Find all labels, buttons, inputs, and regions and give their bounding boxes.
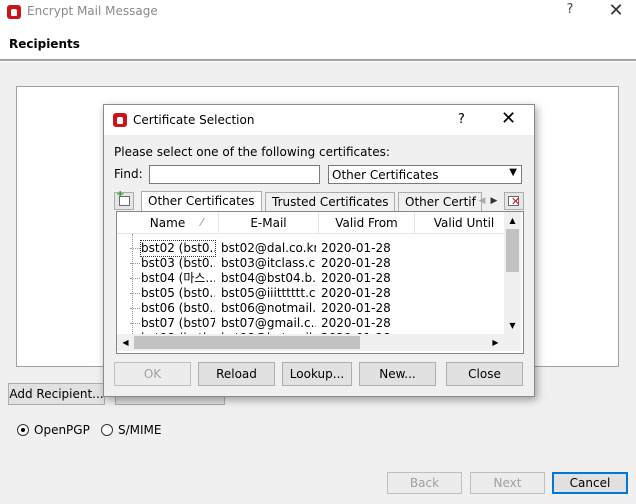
column-header-valid-from[interactable]: Valid From xyxy=(319,212,415,234)
dialog-prompt: Please select one of the following certi… xyxy=(114,145,390,159)
certificate-name: bst02 (bst0... xyxy=(140,240,216,257)
certificate-row[interactable]: bst04 (마스... bst04@bst04.b... 2020-01-28 xyxy=(117,271,504,286)
help-button[interactable]: ? xyxy=(560,2,580,17)
delete-x-icon: ✕ xyxy=(511,195,521,208)
tab-other-certificates-2[interactable]: Other Certif xyxy=(398,192,482,211)
lookup-button[interactable]: Lookup... xyxy=(282,362,352,386)
scroll-right-icon[interactable]: ▶ xyxy=(487,334,504,351)
certificate-valid-from: 2020-01-28 xyxy=(321,286,391,300)
certificate-name: bst03 (bst0... xyxy=(141,256,215,270)
tab-scroll-left-icon[interactable]: ◀ xyxy=(476,193,488,209)
new-button[interactable]: New... xyxy=(359,362,436,386)
list-header: Name ⁄ E-Mail Valid From Valid Until xyxy=(117,212,504,234)
tree-connector xyxy=(130,248,140,249)
window-titlebar: Encrypt Mail Message ? ✕ xyxy=(0,0,636,24)
chevron-down-icon: ▼ xyxy=(509,167,517,178)
smime-label: S/MIME xyxy=(118,423,162,437)
find-input[interactable] xyxy=(149,165,320,184)
tree-connector xyxy=(130,308,140,309)
close-window-button[interactable]: ✕ xyxy=(604,0,628,21)
certificate-filter-select[interactable]: Other Certificates ▼ xyxy=(328,165,522,184)
certificate-email: bst07@gmail.c... xyxy=(221,316,316,330)
tree-connector xyxy=(130,263,140,264)
tab-trusted-certificates[interactable]: Trusted Certificates xyxy=(265,192,395,211)
vertical-scrollbar[interactable]: ▲ ▼ xyxy=(504,212,521,334)
certificate-row[interactable]: bst07 (bst07) bst07@gmail.c... 2020-01-28 xyxy=(117,316,504,331)
scroll-left-icon[interactable]: ◀ xyxy=(117,334,134,351)
certificate-valid-from: 2020-01-28 xyxy=(321,241,391,255)
window-title: Encrypt Mail Message xyxy=(27,4,158,18)
sort-indicator-icon: ⁄ xyxy=(201,216,203,229)
certificate-tabs: + Other Certificates Trusted Certificate… xyxy=(114,189,524,212)
new-tab-button[interactable]: + xyxy=(114,189,134,210)
scroll-up-icon[interactable]: ▲ xyxy=(504,212,521,229)
horizontal-scrollbar[interactable]: ◀ ▶ xyxy=(117,334,504,351)
dialog-titlebar: Certificate Selection ? ✕ xyxy=(104,105,534,135)
filter-selected-value: Other Certificates xyxy=(332,168,439,182)
tab-other-certificates[interactable]: Other Certificates xyxy=(141,191,262,212)
column-header-name[interactable]: Name xyxy=(117,212,219,234)
certificate-email: bst02@dal.co.kr xyxy=(221,241,316,255)
certificate-valid-from: 2020-01-28 xyxy=(321,256,391,270)
vertical-scroll-thumb[interactable] xyxy=(506,229,519,272)
add-recipient-button[interactable]: Add Recipient... xyxy=(8,383,105,405)
dialog-app-icon xyxy=(113,113,127,127)
certificate-email: bst06@notmail... xyxy=(221,301,316,315)
certificate-row[interactable]: bst03 (bst0... bst03@itclass.c... 2020-01-… xyxy=(117,256,504,271)
dialog-close-icon[interactable]: ✕ xyxy=(501,108,516,129)
certificate-list[interactable]: Name ⁄ E-Mail Valid From Valid Until bst… xyxy=(116,211,524,354)
scroll-down-icon[interactable]: ▼ xyxy=(504,317,521,334)
openpgp-radio[interactable] xyxy=(17,424,29,436)
scroll-corner xyxy=(504,334,521,351)
column-header-valid-until[interactable]: Valid Until xyxy=(415,212,513,234)
app-logo-icon xyxy=(7,5,21,19)
tree-connector xyxy=(130,293,140,294)
tree-connector xyxy=(130,323,140,324)
back-button[interactable]: Back xyxy=(387,472,462,494)
certificate-email: bst05@iiitttttt.c... xyxy=(221,286,316,300)
certificate-row[interactable]: bst05 (bst0... bst05@iiitttttt.c... 2020-0… xyxy=(117,286,504,301)
dialog-help-button[interactable]: ? xyxy=(458,112,465,127)
certificate-valid-from: 2020-01-28 xyxy=(321,271,391,285)
tree-connector xyxy=(130,278,140,279)
certificate-selection-dialog: Certificate Selection ? ✕ Please select … xyxy=(103,104,535,397)
delete-tab-button[interactable]: ✕ xyxy=(504,192,524,210)
certificate-name: bst06 (bst0... xyxy=(141,301,215,315)
certificate-name: bst07 (bst07) xyxy=(141,316,215,330)
next-button[interactable]: Next xyxy=(470,472,545,494)
certificate-row[interactable]: bst06 (bst0... bst06@notmail... 2020-01-28 xyxy=(117,301,504,316)
plus-icon: + xyxy=(116,189,125,200)
certificate-email: bst04@bst04.b... xyxy=(221,271,316,285)
openpgp-label: OpenPGP xyxy=(34,423,90,437)
section-title: Recipients xyxy=(9,37,80,51)
column-header-email[interactable]: E-Mail xyxy=(219,212,319,234)
certificate-valid-from: 2020-01-28 xyxy=(321,316,391,330)
section-header: Recipients xyxy=(0,24,636,61)
cancel-button[interactable]: Cancel xyxy=(552,472,628,494)
certificate-valid-from: 2020-01-28 xyxy=(321,301,391,315)
certificate-email: bst03@itclass.c... xyxy=(221,256,316,270)
dialog-title: Certificate Selection xyxy=(133,113,255,127)
ok-button[interactable]: OK xyxy=(114,362,191,386)
reload-button[interactable]: Reload xyxy=(198,362,275,386)
close-button[interactable]: Close xyxy=(446,362,523,386)
certificate-row[interactable]: bst02 (bst0... bst02@dal.co.kr 2020-01-28 xyxy=(117,240,504,257)
tab-scroll-right-icon[interactable]: ▶ xyxy=(488,193,500,209)
smime-radio[interactable] xyxy=(101,424,113,436)
horizontal-scroll-thumb[interactable] xyxy=(134,336,360,349)
certificate-name: bst04 (마스... xyxy=(141,271,215,285)
find-label: Find: xyxy=(114,167,143,181)
certificate-name: bst05 (bst0... xyxy=(141,286,215,300)
